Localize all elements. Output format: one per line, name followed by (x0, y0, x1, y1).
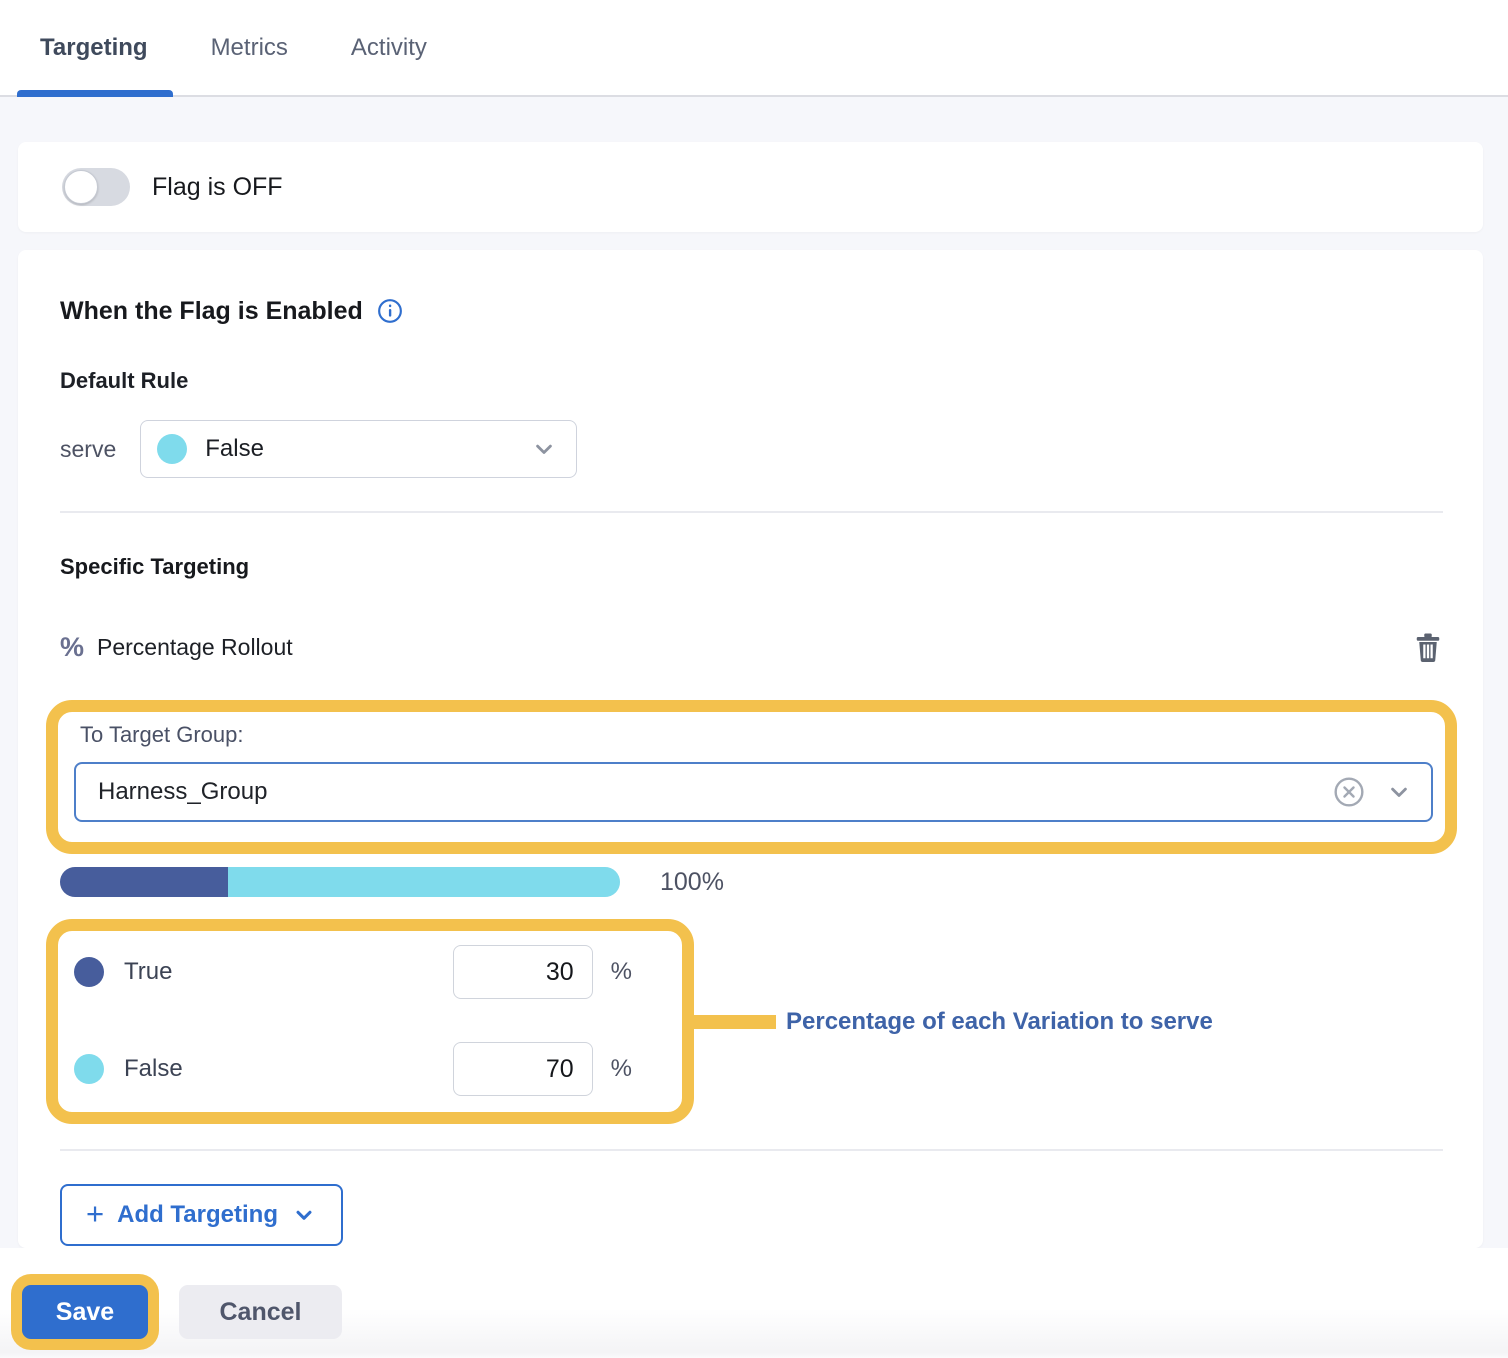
variation-color-dot (157, 434, 187, 464)
variation-percentages-highlight-box: True % False % (46, 919, 694, 1124)
enabled-section-title-row: When the Flag is Enabled (60, 296, 1443, 326)
tab-bar: Targeting Metrics Activity (0, 0, 1508, 97)
tab-targeting[interactable]: Targeting (40, 0, 148, 95)
variation-false-percent-input[interactable] (453, 1042, 593, 1096)
chevron-down-icon (530, 435, 558, 463)
default-variation-select[interactable]: False (140, 420, 577, 478)
variation-false-label: False (124, 1055, 453, 1083)
bar-segment-true (60, 867, 228, 897)
variation-false-color-dot (74, 1054, 104, 1084)
rollout-distribution-bar (60, 867, 620, 897)
serve-label: serve (60, 436, 116, 463)
annotation-text: Percentage of each Variation to serve (786, 1008, 1213, 1036)
percent-unit-label: % (611, 1055, 632, 1083)
tab-activity[interactable]: Activity (351, 0, 427, 95)
variation-true-percent-input[interactable] (453, 945, 593, 999)
toggle-knob-icon (64, 170, 98, 204)
default-rule-serve-row: serve False (60, 420, 1443, 478)
add-targeting-button[interactable]: + Add Targeting (60, 1184, 343, 1246)
chevron-down-icon (291, 1202, 317, 1228)
variation-true-label: True (124, 958, 453, 986)
flag-status-card: Flag is OFF (18, 142, 1483, 232)
section-divider (60, 1149, 1443, 1151)
tab-metrics-label: Metrics (211, 34, 288, 62)
specific-targeting-heading: Specific Targeting (60, 554, 1443, 580)
percent-icon: % (60, 632, 84, 663)
section-divider (60, 511, 1443, 513)
rollout-type: % Percentage Rollout (60, 632, 293, 663)
flag-status-label: Flag is OFF (152, 173, 283, 202)
enabled-section-title: When the Flag is Enabled (60, 296, 363, 326)
action-footer: Save Cancel (0, 1248, 1508, 1358)
target-group-select[interactable]: Harness_Group (74, 762, 1433, 822)
bar-segment-false (228, 867, 620, 897)
variation-row-true: True % (74, 945, 632, 999)
clear-selection-icon[interactable] (1333, 776, 1365, 808)
target-group-highlight-box: To Target Group: Harness_Group (46, 700, 1457, 854)
percent-unit-label: % (611, 958, 632, 986)
add-targeting-label: Add Targeting (117, 1201, 278, 1229)
cancel-button[interactable]: Cancel (179, 1285, 342, 1339)
flag-toggle[interactable] (62, 168, 130, 206)
tab-activity-label: Activity (351, 34, 427, 62)
chevron-down-icon[interactable] (1385, 778, 1413, 806)
tab-targeting-label: Targeting (40, 34, 148, 62)
info-icon[interactable] (377, 298, 403, 324)
targeting-rules-card: When the Flag is Enabled Default Rule se… (18, 250, 1483, 1248)
percentage-rollout-header: % Percentage Rollout (60, 630, 1443, 664)
variation-percentages-region: True % False % Percentage of each Variat… (46, 919, 694, 1124)
variation-true-color-dot (74, 957, 104, 987)
rollout-distribution-row: 100% (60, 867, 1443, 897)
variation-row-false: False % (74, 1042, 632, 1096)
rollout-total-label: 100% (660, 868, 724, 897)
annotation-connector-line (694, 1015, 776, 1029)
rollout-type-label: Percentage Rollout (97, 634, 293, 661)
default-variation-value: False (205, 435, 530, 463)
plus-icon: + (86, 1198, 104, 1229)
targeting-panel: Flag is OFF When the Flag is Enabled Def… (0, 97, 1508, 1248)
target-group-value: Harness_Group (98, 778, 1333, 806)
save-button[interactable]: Save (22, 1285, 148, 1339)
delete-rule-button[interactable] (1413, 630, 1443, 664)
target-group-label: To Target Group: (80, 722, 1433, 748)
tab-metrics[interactable]: Metrics (211, 0, 288, 95)
default-rule-heading: Default Rule (60, 368, 1443, 394)
